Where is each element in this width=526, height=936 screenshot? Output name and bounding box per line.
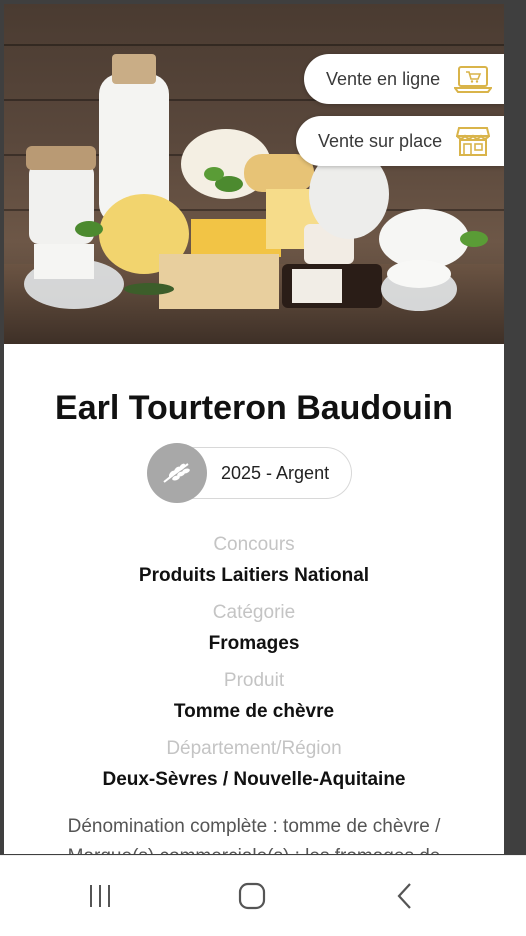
producer-name: Earl Tourteron Baudouin (55, 389, 453, 427)
back-icon[interactable] (385, 878, 425, 914)
recent-apps-icon[interactable] (80, 878, 120, 914)
online-sale-label: Vente en ligne (326, 68, 441, 89)
onsite-sale-button[interactable]: Vente sur place (296, 116, 504, 166)
laurel-icon (147, 443, 207, 503)
region-label: Département/Région (166, 738, 342, 759)
region-value: Deux-Sèvres / Nouvelle-Aquitaine (102, 769, 406, 790)
category-value: Fromages (208, 633, 300, 654)
shop-icon (456, 125, 491, 157)
contest-value: Produits Laitiers National (138, 565, 370, 586)
description-line: Marque(s) commerciale(s) : les fromages … (44, 842, 464, 854)
description-line: Dénomination complète : tomme de chèvre … (67, 816, 441, 837)
category-label: Catégorie (212, 602, 296, 623)
product-value: Tomme de chèvre (173, 701, 335, 722)
product-label: Produit (223, 670, 285, 691)
producer-card: Vente en ligne Vente sur place Earl Tour… (4, 4, 504, 854)
award-year-medal: 2025 - Argent (189, 447, 353, 499)
contest-label: Concours (213, 534, 295, 555)
online-sale-button[interactable]: Vente en ligne (304, 54, 504, 104)
system-navigation-bar (0, 855, 526, 936)
home-icon[interactable] (232, 878, 272, 914)
award-badge: 2025 - Argent (147, 443, 353, 503)
product-description: Dénomination complète : tomme de chèvre … (44, 812, 464, 854)
onsite-sale-label: Vente sur place (318, 130, 443, 151)
hero-image: Vente en ligne Vente sur place (4, 4, 504, 344)
laptop-cart-icon (454, 64, 493, 94)
